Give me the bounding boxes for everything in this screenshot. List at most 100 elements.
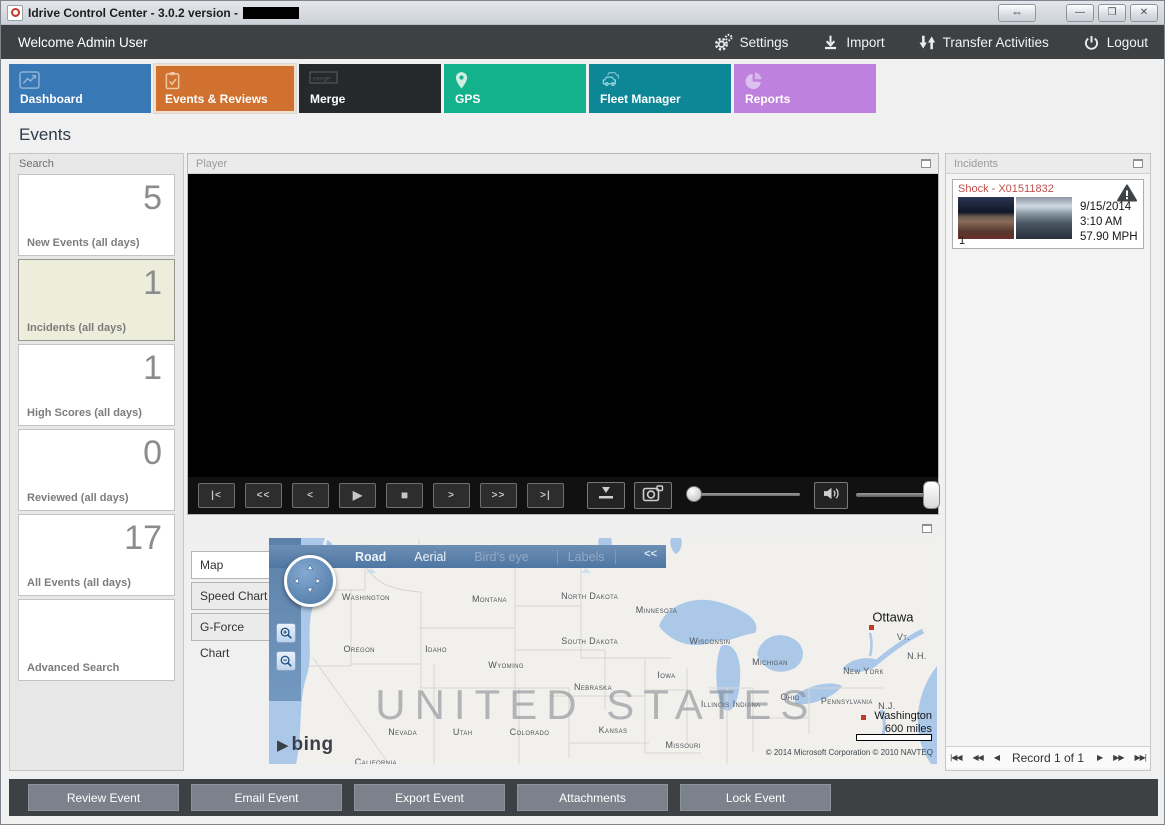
card-label: All Events (all days) (27, 577, 131, 589)
search-card-advanced-search[interactable]: Advanced Search (18, 599, 175, 681)
state-label-montana: Montana (472, 594, 507, 605)
save-video-button[interactable] (587, 482, 625, 509)
road-camera-thumbnail[interactable] (958, 197, 1014, 239)
rec-prev-page-button[interactable]: ◀◀ (973, 753, 984, 762)
nav-tab-reports[interactable]: Reports (734, 64, 876, 113)
close-button[interactable]: ✕ (1130, 3, 1158, 22)
incidents-maximize-icon[interactable] (1133, 159, 1143, 168)
svg-text:merge: merge (313, 77, 331, 83)
nav-tab-merge[interactable]: merge Merge (299, 64, 441, 113)
search-card-incidents-all-days[interactable]: 1 Incidents (all days) (18, 259, 175, 341)
minimize-button[interactable]: — (1066, 3, 1094, 22)
player-panel: Player |< << < ▶ ■ > >> >| (187, 153, 940, 515)
view-mode-labels[interactable]: Labels (556, 549, 616, 573)
import-button[interactable]: Import (822, 34, 885, 51)
review-event-button[interactable]: Review Event (28, 784, 179, 811)
download-icon (596, 486, 616, 505)
seek-slider[interactable] (686, 486, 800, 502)
app-window: Idrive Control Center - 3.0.2 version - … (0, 0, 1165, 825)
settings-button[interactable]: Settings (714, 33, 788, 52)
incidents-header: Incidents (946, 154, 1150, 174)
view-mode-road[interactable]: Road (355, 550, 386, 573)
email-event-button[interactable]: Email Event (191, 784, 342, 811)
rec-last-button[interactable]: ▶▶| (1134, 753, 1146, 762)
record-indicator: Record 1 of 1 (1011, 750, 1085, 765)
play-button[interactable]: ▶ (339, 483, 376, 508)
state-label-missouri: Missouri (665, 739, 701, 750)
last-button[interactable]: >| (527, 483, 564, 508)
incident-list-item[interactable]: Shock - X01511832 9/15/2014 3:10 AM 57.9… (952, 179, 1144, 249)
gears-icon (714, 33, 733, 52)
player-controls: |< << < ▶ ■ > >> >| (188, 477, 940, 514)
nav-tab-dashboard[interactable]: Dashboard (9, 64, 151, 113)
camera-icon (642, 484, 664, 507)
step-back-button[interactable]: < (292, 483, 329, 508)
first-button[interactable]: |< (198, 483, 235, 508)
map-watermark: UNITED STATES (375, 681, 818, 729)
view-mode-bird-s-eye[interactable]: Bird's eye (474, 550, 529, 564)
volume-slider[interactable] (856, 481, 940, 509)
map-tab-map[interactable]: Map (191, 551, 271, 579)
logout-button[interactable]: Logout (1083, 34, 1148, 51)
map-scale-labels: Washington 600 miles (874, 710, 932, 736)
incidents-title: Incidents (954, 158, 999, 170)
volume-thumb[interactable] (923, 481, 940, 509)
nav-tab-gps[interactable]: GPS (444, 64, 586, 113)
snapshot-button[interactable] (634, 482, 672, 509)
player-maximize-icon[interactable] (921, 159, 931, 168)
bing-logo: ▶ bing (277, 734, 334, 755)
zoom-in-button[interactable] (276, 623, 296, 643)
state-label-iowa: Iowa (657, 669, 676, 680)
caret-icon (365, 567, 376, 573)
card-label: New Events (all days) (27, 237, 140, 249)
export-event-button[interactable]: Export Event (354, 784, 505, 811)
lock-event-button[interactable]: Lock Event (680, 784, 831, 811)
fast-forward-button[interactable]: >> (480, 483, 517, 508)
search-card-reviewed-all-days[interactable]: 0 Reviewed (all days) (18, 429, 175, 511)
rec-first-button[interactable]: |◀◀ (950, 753, 962, 762)
state-label-vt: Vt. (896, 632, 911, 643)
fleet-icon (599, 71, 624, 92)
card-count: 17 (124, 519, 162, 557)
map-pan-control[interactable] (284, 555, 336, 607)
cabin-camera-thumbnail[interactable] (1016, 197, 1072, 239)
rec-next-button[interactable]: ▶ (1097, 753, 1103, 762)
maximize-button[interactable]: ❒ (1098, 3, 1126, 22)
seek-thumb[interactable] (686, 486, 702, 502)
search-card-high-scores-all-days[interactable]: 1 High Scores (all days) (18, 344, 175, 426)
card-label: Advanced Search (27, 662, 120, 674)
rewind-button[interactable]: << (245, 483, 282, 508)
view-mode-aerial[interactable]: Aerial (414, 550, 446, 564)
resize-button[interactable]: ⇔ (998, 3, 1036, 22)
video-display (188, 174, 938, 479)
incident-time: 3:10 AM (1080, 216, 1123, 228)
toolbar-collapse-button[interactable]: << (644, 548, 657, 560)
search-card-new-events-all-days[interactable]: 5 New Events (all days) (18, 174, 175, 256)
mute-button[interactable] (814, 482, 848, 509)
stop-button[interactable]: ■ (386, 483, 423, 508)
map-area[interactable]: UNITED STATES Washington Oregon Idaho Monta… (269, 538, 937, 764)
state-label-wyoming: Wyoming (488, 659, 524, 670)
step-forward-button[interactable]: > (433, 483, 470, 508)
map-tab-speed-chart[interactable]: Speed Chart (191, 582, 270, 610)
attachments-button[interactable]: Attachments (517, 784, 668, 811)
incident-count-badge: 1 (959, 235, 966, 247)
player-title: Player (196, 158, 228, 170)
app-icon (7, 4, 23, 21)
rec-next-page-button[interactable]: ▶▶ (1113, 753, 1124, 762)
title-bar: Idrive Control Center - 3.0.2 version - … (1, 1, 1164, 25)
map-tab-g-force-chart[interactable]: G-Force Chart (191, 613, 270, 660)
nav-tab-events-reviews[interactable]: Events & Reviews (154, 64, 296, 113)
incidents-panel: Incidents Shock - X01511832 9/15/2014 3:… (945, 153, 1151, 771)
rec-prev-button[interactable]: ◀ (994, 753, 1000, 762)
transfer-activities-button[interactable]: Transfer Activities (919, 34, 1049, 51)
state-label-new-york: New York (843, 666, 884, 677)
zoom-out-button[interactable] (276, 651, 296, 671)
search-card-all-events-all-days[interactable]: 17 All Events (all days) (18, 514, 175, 596)
player-header: Player (188, 154, 938, 174)
map-maximize-icon[interactable] (922, 524, 932, 533)
tab-label: Reports (745, 92, 791, 106)
power-icon (1083, 34, 1100, 51)
nav-tab-fleet-manager[interactable]: Fleet Manager (589, 64, 731, 113)
warning-icon (1117, 184, 1137, 207)
